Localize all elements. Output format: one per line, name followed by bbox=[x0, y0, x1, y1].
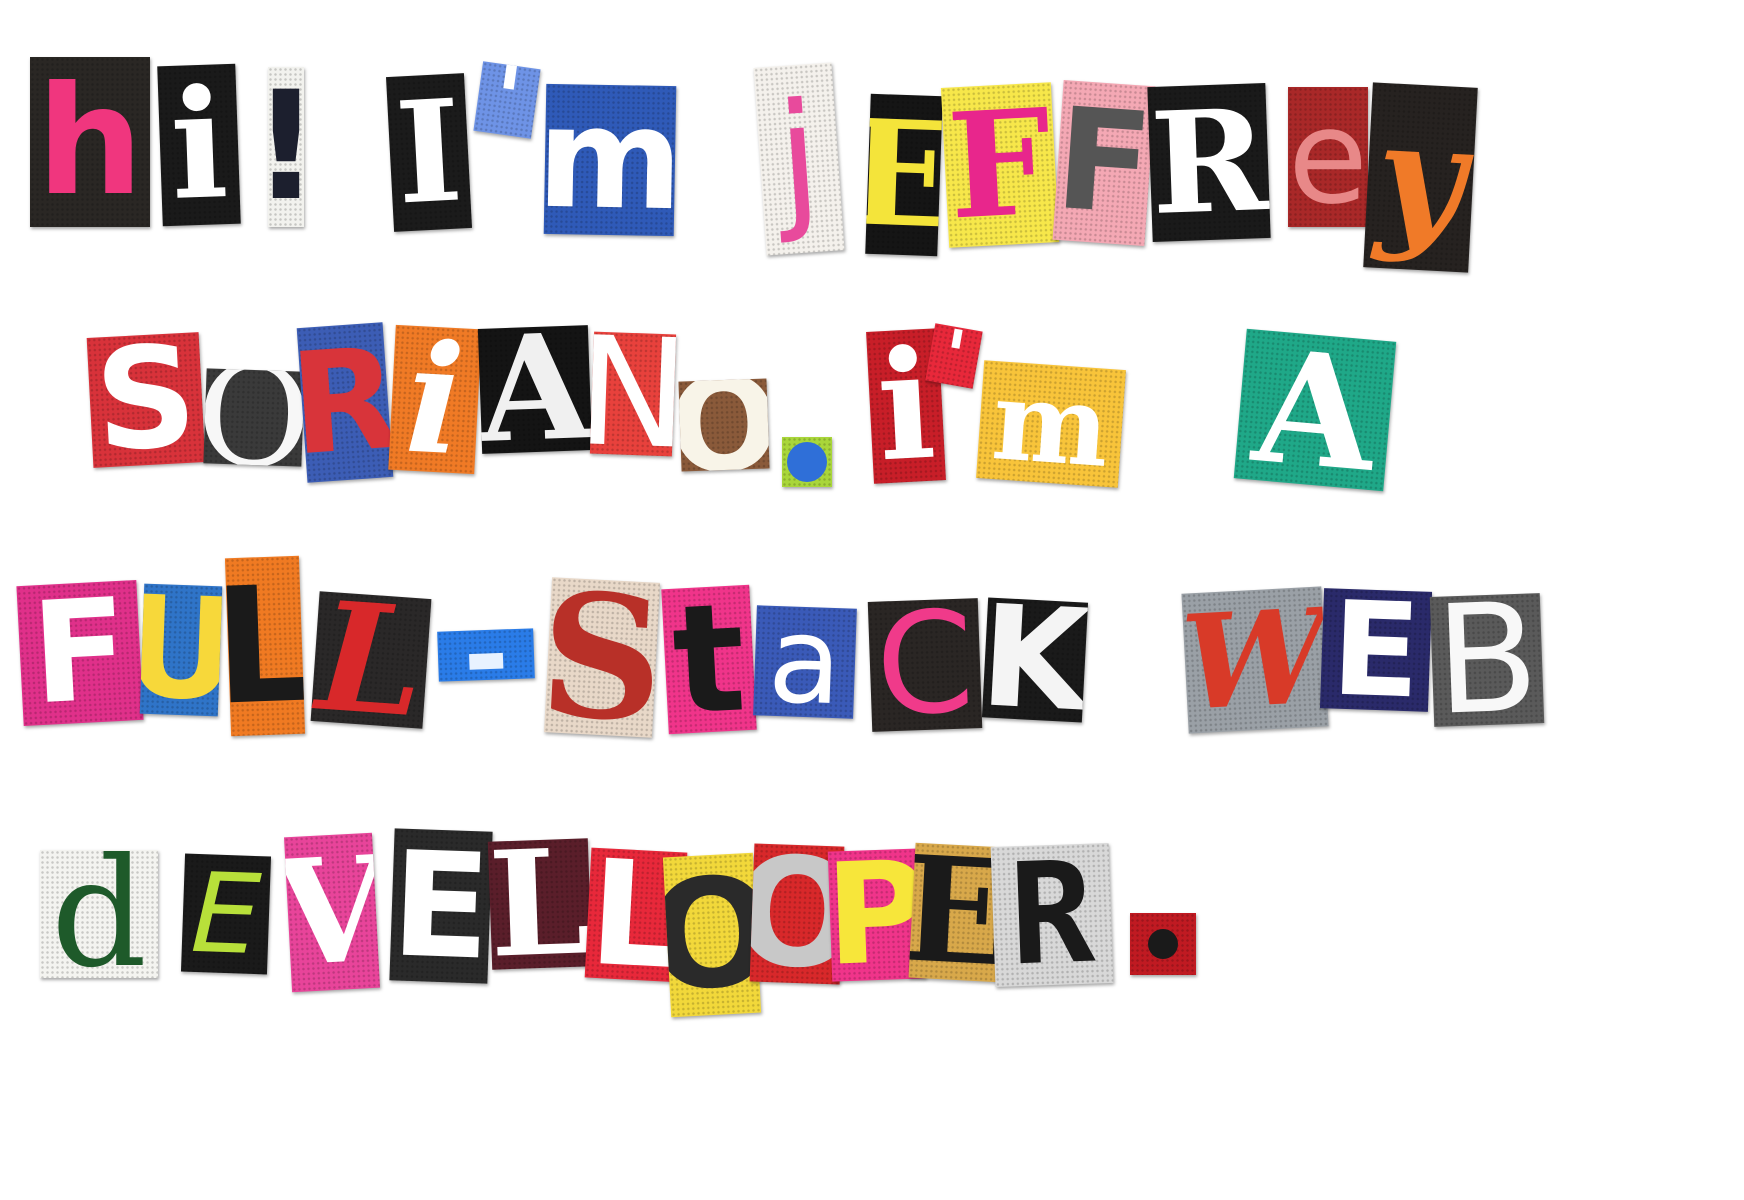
letter-tile: i bbox=[388, 324, 482, 475]
letter-glyph: j bbox=[772, 70, 826, 248]
letter-tile: E bbox=[865, 93, 943, 257]
letter-glyph: N bbox=[589, 331, 677, 457]
letter-glyph: y bbox=[1372, 87, 1469, 268]
letter-glyph: ' bbox=[936, 323, 972, 389]
letter-tile: R bbox=[296, 322, 394, 483]
letter-glyph: F bbox=[27, 579, 132, 727]
letter-tile: E bbox=[180, 853, 272, 975]
letter-tile: ! bbox=[268, 67, 304, 227]
letter-tile: y bbox=[1363, 82, 1478, 273]
letter-glyph: E bbox=[389, 828, 493, 984]
letter-glyph: t bbox=[668, 584, 750, 735]
letter-glyph: O bbox=[662, 852, 762, 1018]
ransom-note-collage: hi!I'mjEFFRey SORiANOi'mA FULL-StaCKWEB … bbox=[0, 0, 1744, 1200]
letter-tile: N bbox=[589, 331, 677, 457]
letter-glyph: E bbox=[865, 93, 943, 257]
letter-tile: L bbox=[487, 838, 593, 970]
letter-glyph: R bbox=[1147, 82, 1270, 243]
letter-tile bbox=[1130, 913, 1196, 975]
letter-tile: U bbox=[139, 583, 223, 717]
letter-tile: R bbox=[1147, 82, 1271, 243]
letter-glyph: U bbox=[139, 583, 223, 717]
letter-glyph: i bbox=[872, 328, 940, 484]
letter-glyph: F bbox=[1052, 79, 1156, 247]
letter-glyph: B bbox=[1432, 593, 1542, 727]
letter-tile: h bbox=[30, 57, 150, 227]
letter-tile: d bbox=[40, 850, 158, 978]
letter-glyph: S bbox=[91, 332, 201, 468]
letter-glyph: m bbox=[988, 360, 1114, 488]
letter-tile: S bbox=[86, 332, 206, 468]
letter-tile: O bbox=[662, 852, 762, 1018]
letter-glyph: A bbox=[1247, 328, 1383, 492]
letter-tile: i bbox=[157, 63, 241, 227]
letter-tile: E bbox=[1319, 588, 1433, 712]
letter-glyph: C bbox=[873, 598, 977, 732]
letter-tile: O bbox=[678, 378, 770, 472]
letter-glyph: E bbox=[1328, 588, 1424, 712]
letter-glyph: R bbox=[296, 322, 394, 483]
letter-glyph: i bbox=[401, 324, 469, 475]
letter-glyph: A bbox=[477, 325, 593, 454]
line-1: hi! I 'mjEFFRey bbox=[0, 45, 1744, 273]
line-3: FULL-StaCKWEB bbox=[0, 555, 1744, 775]
letter-tile: L bbox=[224, 555, 306, 737]
letter-tile: S bbox=[544, 577, 660, 738]
letter-tile: j bbox=[753, 62, 845, 256]
letter-glyph: a bbox=[765, 605, 845, 719]
letter-glyph: e bbox=[1288, 87, 1368, 227]
letter-glyph: ! bbox=[268, 72, 304, 222]
letter-tile: a bbox=[753, 605, 857, 719]
letter-glyph: V bbox=[284, 832, 380, 993]
letter-tile: ' bbox=[925, 323, 983, 389]
letter-glyph: E bbox=[189, 853, 263, 975]
letter-glyph: L bbox=[224, 555, 306, 737]
line-4: dEVELLOOPER bbox=[0, 825, 1744, 1045]
letter-tile: - bbox=[437, 628, 535, 682]
letter-tile: V bbox=[284, 832, 380, 993]
letter-glyph: m bbox=[543, 83, 677, 237]
letter-tile: K bbox=[981, 597, 1089, 723]
letter-glyph: ' bbox=[486, 61, 529, 139]
letter-tile: O bbox=[203, 368, 305, 467]
letter-tile: e bbox=[1288, 87, 1368, 227]
letter-tile: A bbox=[477, 325, 593, 454]
letter-tile: B bbox=[1429, 593, 1545, 727]
letter-tile: F bbox=[16, 579, 144, 727]
letter-tile: t bbox=[661, 584, 757, 735]
letter-glyph: L bbox=[487, 838, 593, 970]
letter-tile: E bbox=[389, 828, 493, 984]
period-mark bbox=[787, 442, 827, 482]
letter-tile: m bbox=[976, 360, 1126, 488]
letter-glyph: - bbox=[461, 628, 511, 681]
letter-tile bbox=[782, 437, 832, 487]
letter-tile: W bbox=[1181, 586, 1329, 734]
letter-glyph: L bbox=[312, 591, 430, 729]
line-2: S O Ri A N Oi ' m A bbox=[0, 322, 1744, 545]
letter-tile: F bbox=[940, 82, 1060, 248]
letter-tile: C bbox=[867, 598, 983, 732]
letter-glyph: W bbox=[1181, 586, 1329, 734]
letter-glyph: I bbox=[392, 73, 466, 232]
letter-glyph: K bbox=[981, 597, 1089, 723]
letter-tile: I bbox=[385, 73, 473, 232]
letter-glyph: R bbox=[1007, 842, 1097, 988]
letter-glyph: O bbox=[203, 368, 305, 467]
letter-tile: R bbox=[990, 842, 1114, 988]
letter-glyph: i bbox=[167, 63, 231, 227]
letter-glyph: F bbox=[944, 82, 1056, 248]
letter-tile: A bbox=[1233, 328, 1397, 492]
period-mark bbox=[1148, 929, 1178, 959]
letter-tile: m bbox=[543, 83, 677, 237]
letter-glyph: d bbox=[50, 850, 148, 978]
letter-tile: ' bbox=[473, 61, 541, 139]
letter-glyph: h bbox=[36, 57, 144, 227]
letter-tile: F bbox=[1052, 79, 1156, 247]
letter-glyph: O bbox=[678, 378, 770, 472]
letter-glyph: S bbox=[544, 577, 660, 738]
letter-tile: L bbox=[310, 591, 432, 729]
